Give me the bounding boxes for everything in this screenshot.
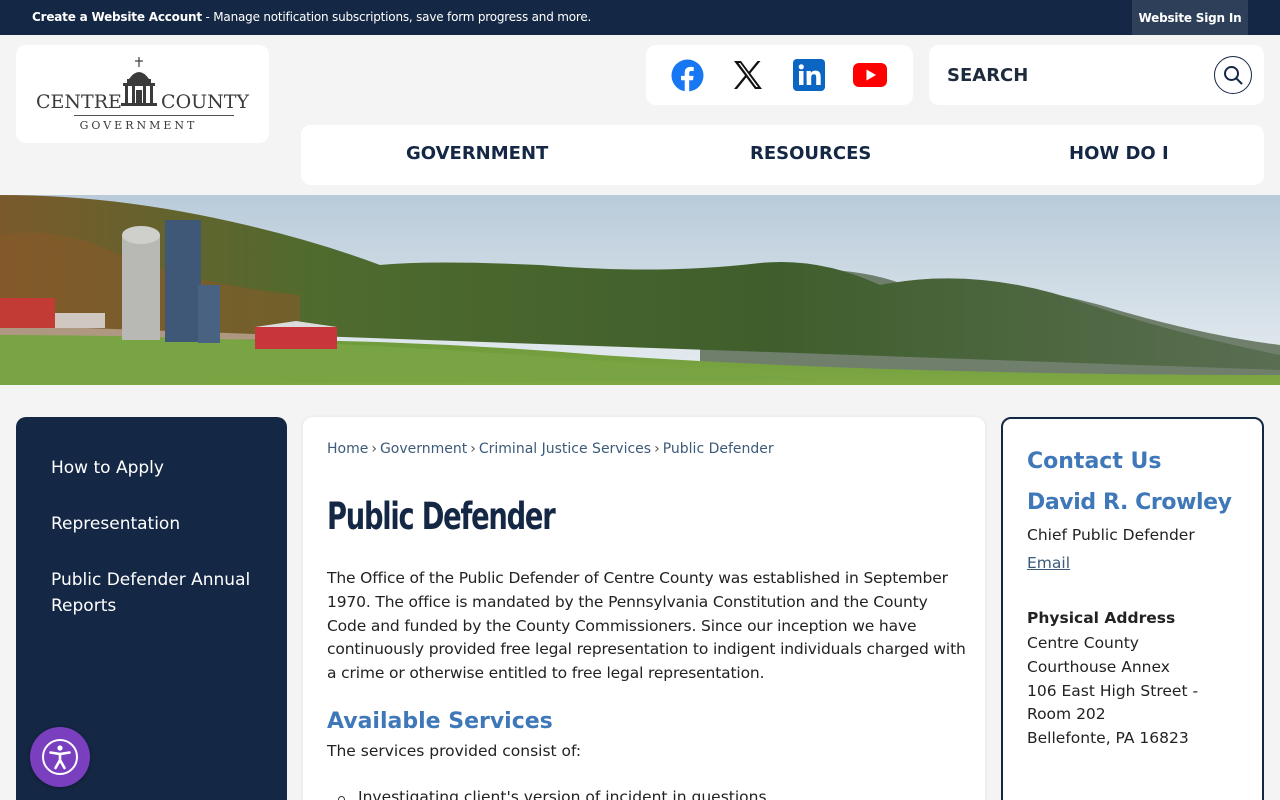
site-logo[interactable]: CENTRE COUNTY GOVERNMENT — [16, 45, 269, 143]
accessibility-icon — [42, 739, 78, 775]
logo-word-government: GOVERNMENT — [79, 119, 198, 132]
breadcrumb-separator: › — [470, 441, 476, 457]
site-search — [929, 45, 1264, 105]
services-intro: The services provided consist of: — [327, 742, 582, 760]
contact-heading: Contact Us — [1027, 449, 1162, 474]
breadcrumb-government[interactable]: Government — [380, 441, 467, 457]
address-line: Room 202 — [1027, 705, 1106, 724]
list-item: Investigating client's version of incide… — [338, 788, 767, 800]
address-line: Courthouse Annex — [1027, 657, 1170, 676]
service-item-text: Investigating client's version of incide… — [358, 788, 767, 800]
search-icon — [1224, 66, 1243, 85]
sidebar-item-annual-reports[interactable]: Public Defender Annual Reports — [51, 567, 251, 619]
nav-item-resources[interactable]: RESOURCES — [750, 143, 871, 164]
breadcrumb-current: Public Defender — [662, 441, 774, 457]
contact-us-panel: Contact Us David R. Crowley Chief Public… — [1001, 417, 1264, 800]
create-account-link[interactable]: Create a Website Account — [32, 10, 202, 24]
address-line: Bellefonte, PA 16823 — [1027, 729, 1189, 748]
logo-word-county: COUNTY — [161, 91, 249, 113]
create-account-description: - Manage notification subscriptions, sav… — [201, 10, 592, 24]
logo-wordmark: CENTRE COUNTY — [36, 91, 249, 113]
available-services-heading: Available Services — [327, 709, 553, 734]
logo-word-centre: CENTRE — [36, 91, 122, 113]
breadcrumb-separator: › — [371, 441, 377, 457]
physical-address: Centre County Courthouse Annex 106 East … — [1027, 632, 1237, 751]
facebook-icon[interactable] — [670, 58, 704, 92]
social-links — [646, 45, 913, 105]
linkedin-icon[interactable] — [792, 58, 826, 92]
contact-email-link[interactable]: Email — [1027, 554, 1070, 572]
address-line: 106 East High Street - — [1027, 681, 1199, 700]
main-content: Home › Government › Criminal Justice Service… — [303, 417, 985, 800]
top-utility-bar: Create a Website Account - Manage notifi… — [0, 0, 1280, 35]
physical-address-heading: Physical Address — [1027, 609, 1176, 627]
contact-role: Chief Public Defender — [1027, 526, 1195, 544]
create-account-message[interactable]: Create a Website Account - Manage notifi… — [32, 10, 591, 24]
logo-divider — [74, 115, 234, 116]
breadcrumb-criminal-justice-services[interactable]: Criminal Justice Services — [479, 441, 651, 457]
website-sign-in-button[interactable]: Website Sign In — [1132, 0, 1248, 35]
x-icon[interactable] — [731, 58, 765, 92]
nav-item-government[interactable]: GOVERNMENT — [406, 143, 548, 164]
intro-paragraph: The Office of the Public Defender of Cen… — [327, 569, 966, 683]
nav-item-how-do-i[interactable]: HOW DO I — [1069, 143, 1169, 164]
contact-name: David R. Crowley — [1027, 490, 1232, 515]
main-navigation: GOVERNMENT RESOURCES HOW DO I — [301, 125, 1264, 185]
breadcrumb-separator: › — [654, 441, 660, 457]
search-input[interactable] — [947, 61, 1207, 89]
address-line: Centre County — [1027, 634, 1139, 652]
sidebar-item-representation[interactable]: Representation — [51, 511, 251, 537]
youtube-icon[interactable] — [853, 58, 887, 92]
search-button[interactable] — [1214, 56, 1252, 94]
breadcrumb: Home › Government › Criminal Justice Service… — [327, 441, 774, 457]
sidebar-item-how-to-apply[interactable]: How to Apply — [51, 455, 251, 481]
header-banner-image — [0, 195, 1280, 385]
accessibility-button[interactable] — [30, 727, 90, 787]
breadcrumb-home[interactable]: Home — [327, 441, 368, 457]
page-title: Public Defender — [327, 495, 556, 538]
